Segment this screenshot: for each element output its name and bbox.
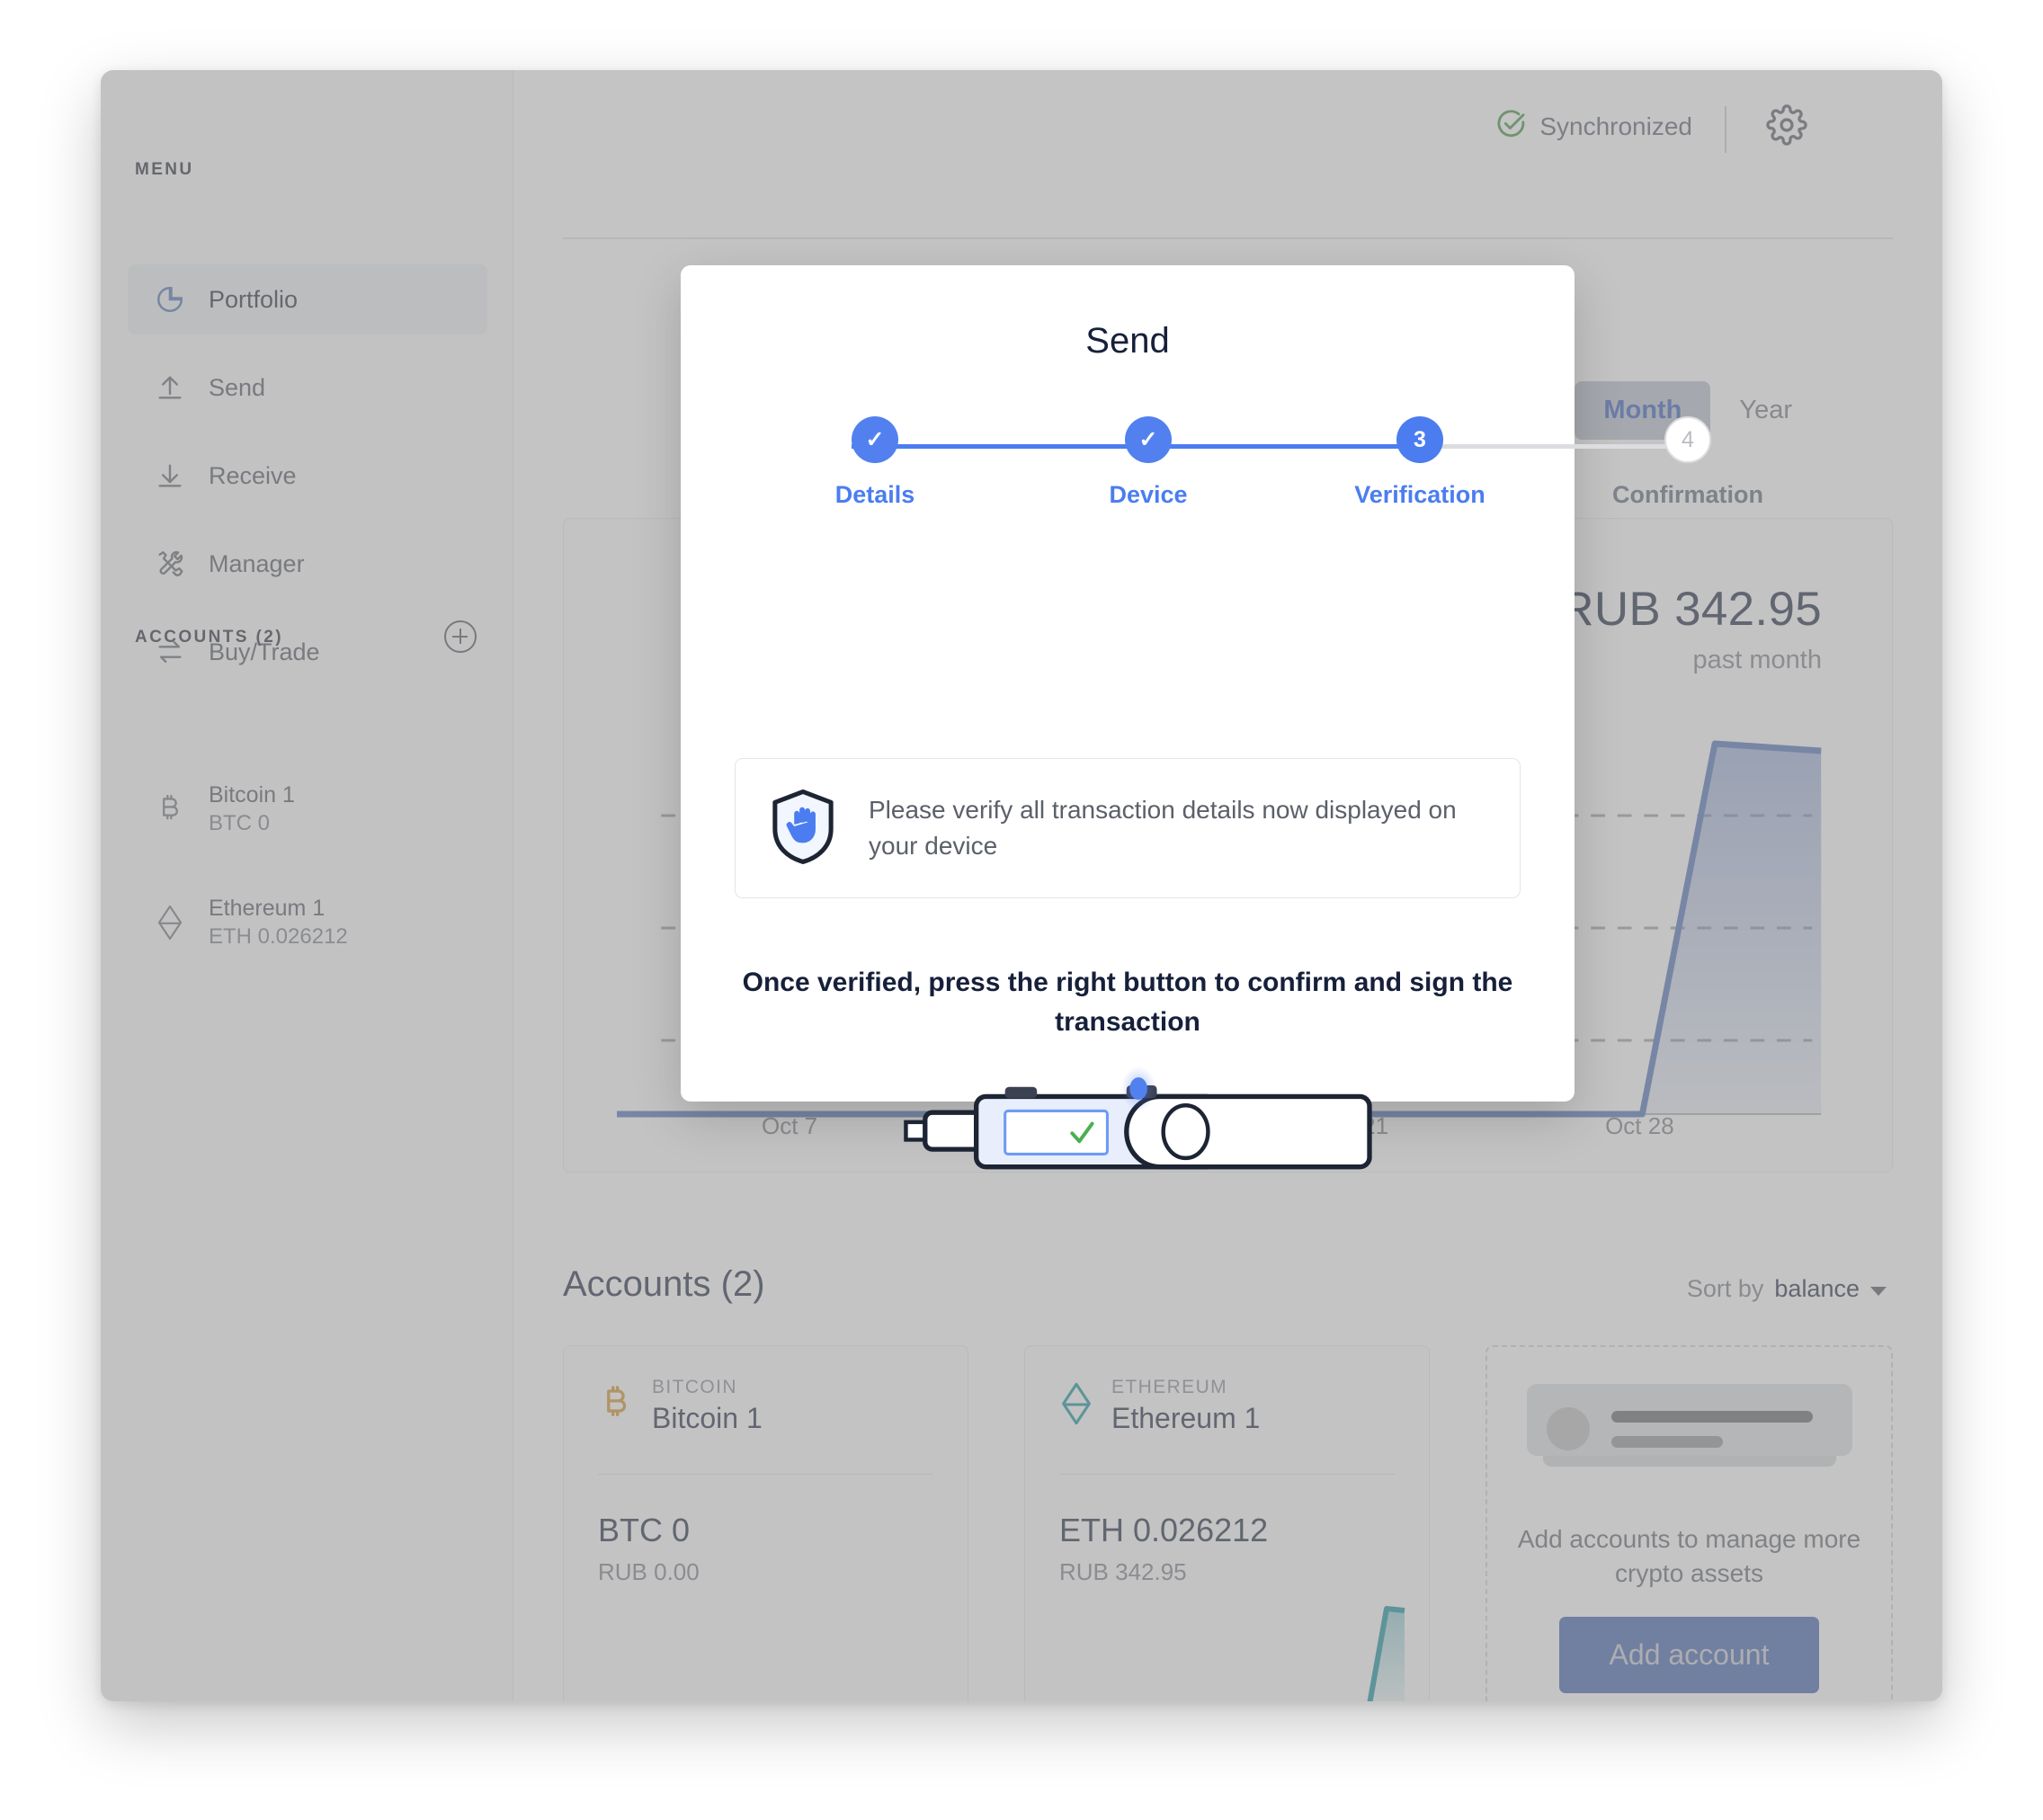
- bitcoin-icon: [151, 792, 189, 826]
- verification-notice: Please verify all transaction details no…: [735, 758, 1521, 898]
- card-fiat-value: RUB 0.00: [598, 1558, 700, 1585]
- send-modal: Send ✓ Details ✓ Device 3 Verification 4…: [681, 265, 1763, 1170]
- account-card-bitcoin[interactable]: BITCOIN Bitcoin 1 BTC 0 RUB 0.00: [563, 1345, 968, 1701]
- add-account-button[interactable]: Add account: [1558, 1617, 1820, 1694]
- card-currency: BITCOIN: [652, 1377, 737, 1397]
- chevron-down-icon: [1870, 1286, 1887, 1296]
- sidebar-item-portfolio[interactable]: Portfolio: [128, 264, 487, 335]
- card-account-name: Bitcoin 1: [652, 1402, 763, 1434]
- account-name: Bitcoin 1: [209, 781, 295, 807]
- add-account-card[interactable]: Add accounts to manage more crypto asset…: [1485, 1345, 1893, 1701]
- card-title-block: ETHEREUM Ethereum 1: [1111, 1377, 1260, 1435]
- device-screen: [1004, 1109, 1109, 1155]
- x-tick-label: Oct 28: [1605, 1112, 1674, 1139]
- step-label: Details: [834, 481, 915, 508]
- step-label: Confirmation: [1612, 481, 1763, 508]
- wrench-screwdriver-icon: [151, 549, 189, 579]
- account-name: Ethereum 1: [209, 895, 326, 921]
- step-label: Verification: [1354, 481, 1485, 508]
- topbar-divider: [1725, 106, 1726, 153]
- device-led: [1129, 1077, 1147, 1101]
- sidebar-item-label: Send: [209, 373, 266, 401]
- add-account-description: Add accounts to manage more crypto asset…: [1517, 1524, 1861, 1587]
- sidebar-menu-heading: MENU: [135, 160, 194, 179]
- sync-status[interactable]: Synchronized: [1494, 108, 1692, 145]
- verification-notice-text: Please verify all transaction details no…: [869, 796, 1457, 860]
- add-account-icon-button[interactable]: [444, 620, 477, 653]
- card-fiat-value: RUB 342.95: [1059, 1558, 1187, 1585]
- sidebar-item-label: Receive: [209, 461, 297, 489]
- step-marker: ✓: [1125, 416, 1172, 463]
- arrow-up-tray-icon: [151, 372, 189, 403]
- account-balance: BTC 0: [209, 811, 271, 836]
- gear-icon[interactable]: [1766, 104, 1807, 150]
- sidebar-accounts-heading: ACCOUNTS (2): [135, 628, 283, 647]
- step-device[interactable]: ✓ Device: [1040, 416, 1256, 509]
- account-text: Bitcoin 1 BTC 0: [209, 781, 295, 837]
- card-amount: BTC 0: [598, 1512, 691, 1548]
- step-marker: ✓: [852, 416, 898, 463]
- card-account-name: Ethereum 1: [1111, 1402, 1261, 1434]
- sort-by-value: balance: [1774, 1275, 1860, 1302]
- shield-hand-icon: [768, 788, 838, 870]
- top-bar: Synchronized: [513, 70, 1942, 187]
- step-verification[interactable]: 3 Verification: [1312, 416, 1528, 509]
- topbar-separator: [563, 237, 1893, 239]
- placeholder-account-illustration: [1526, 1383, 1852, 1474]
- step-marker: 3: [1396, 416, 1443, 463]
- card-amount: ETH 0.026212: [1059, 1512, 1269, 1548]
- pie-chart-icon: [151, 284, 189, 315]
- step-details[interactable]: ✓ Details: [767, 416, 983, 509]
- account-balance: ETH 0.026212: [209, 924, 348, 950]
- ghost-line-primary: [1610, 1410, 1813, 1423]
- account-text: Ethereum 1 ETH 0.026212: [209, 895, 348, 950]
- sidebar: MENU Portfolio Send Receive Manager Buy/…: [101, 70, 513, 1701]
- step-marker: 4: [1664, 416, 1711, 463]
- portfolio-balance: RUB 342.95: [1559, 583, 1822, 636]
- card-sparkline: [591, 1592, 950, 1701]
- sidebar-account-bitcoin[interactable]: Bitcoin 1 BTC 0: [128, 772, 487, 847]
- send-stepper: ✓ Details ✓ Device 3 Verification 4 Conf…: [771, 416, 1763, 524]
- sync-status-label: Synchronized: [1539, 112, 1692, 140]
- ghost-avatar: [1546, 1406, 1590, 1450]
- bitcoin-icon: [598, 1383, 634, 1429]
- card-divider: [598, 1474, 933, 1475]
- sidebar-item-label: Portfolio: [209, 285, 299, 313]
- sidebar-item-manager[interactable]: Manager: [128, 529, 487, 599]
- ethereum-icon: [151, 905, 189, 941]
- accounts-heading: Accounts (2): [563, 1264, 765, 1304]
- card-title-block: BITCOIN Bitcoin 1: [652, 1377, 763, 1435]
- ghost-line-secondary: [1610, 1435, 1723, 1448]
- sidebar-item-send[interactable]: Send: [128, 352, 487, 423]
- sort-by-dropdown[interactable]: Sort by balance: [1687, 1275, 1887, 1303]
- hardware-wallet-illustration: [744, 1057, 1372, 1170]
- modal-title: Send: [1085, 321, 1170, 361]
- step-confirmation[interactable]: 4 Confirmation: [1580, 416, 1796, 509]
- sort-by-label: Sort by: [1686, 1275, 1764, 1302]
- account-cards: BITCOIN Bitcoin 1 BTC 0 RUB 0.00 ETHEREU…: [563, 1345, 1893, 1701]
- sidebar-account-ethereum[interactable]: Ethereum 1 ETH 0.026212: [128, 885, 487, 960]
- confirm-instruction: Once verified, press the right button to…: [742, 968, 1513, 1037]
- check-circle-icon: [1494, 108, 1527, 145]
- card-header: ETHEREUM Ethereum 1: [1025, 1346, 1429, 1435]
- account-card-ethereum[interactable]: ETHEREUM Ethereum 1 ETH 0.026212 RUB 342…: [1024, 1345, 1430, 1701]
- app-window: MENU Portfolio Send Receive Manager Buy/…: [101, 70, 1942, 1701]
- card-header: BITCOIN Bitcoin 1: [564, 1346, 968, 1435]
- sidebar-item-label: Manager: [209, 549, 305, 577]
- card-currency: ETHEREUM: [1111, 1377, 1228, 1397]
- sidebar-item-receive[interactable]: Receive: [128, 441, 487, 511]
- screenshot-root: MENU Portfolio Send Receive Manager Buy/…: [0, 0, 2043, 1820]
- card-sparkline: [1367, 1606, 1405, 1701]
- card-divider: [1059, 1474, 1395, 1475]
- step-label: Device: [1109, 481, 1188, 508]
- ethereum-icon: [1059, 1382, 1093, 1430]
- arrow-down-tray-icon: [151, 460, 189, 491]
